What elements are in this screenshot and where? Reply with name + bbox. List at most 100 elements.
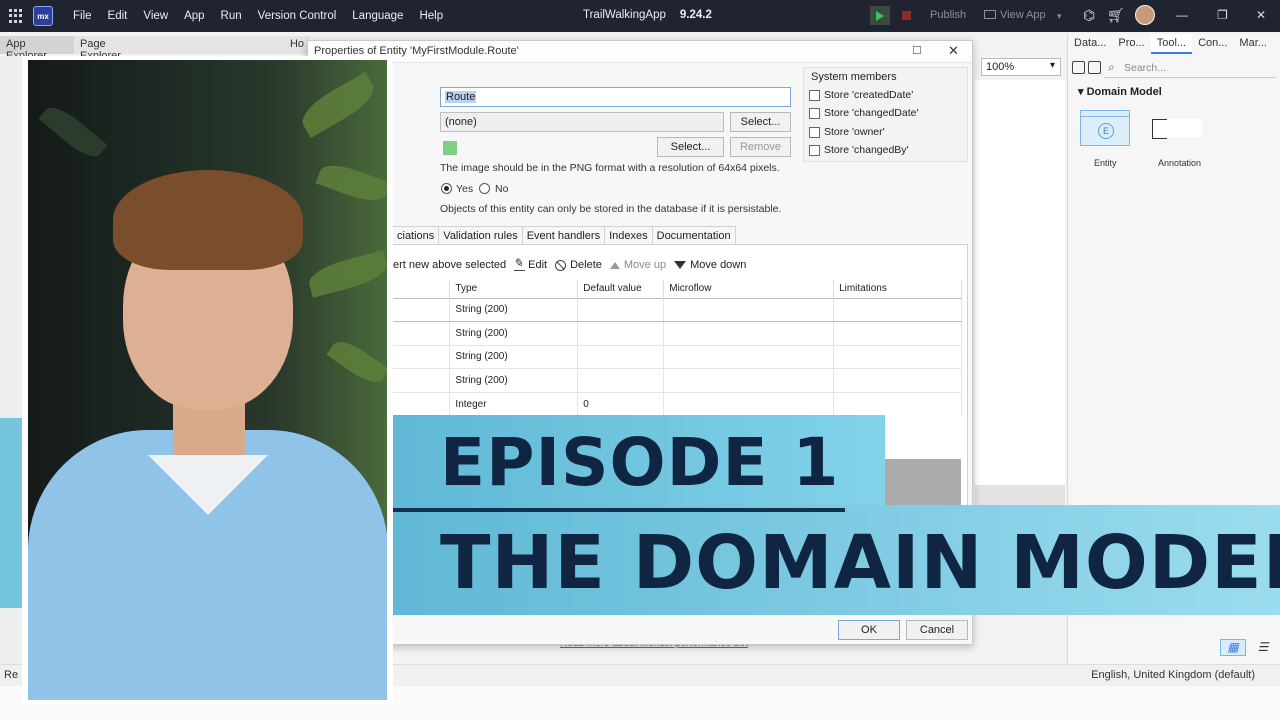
col-default-value[interactable]: Default value bbox=[577, 280, 665, 298]
tab-toolbox[interactable]: Tool... bbox=[1150, 34, 1193, 54]
move-down-button[interactable]: Move down bbox=[674, 259, 746, 271]
publish-button[interactable]: Publish bbox=[930, 9, 966, 21]
play-icon bbox=[876, 10, 884, 21]
delete-button[interactable]: Delete bbox=[555, 259, 602, 271]
community-icon[interactable]: ⌬ bbox=[1083, 7, 1095, 24]
tab-marketplace[interactable]: Mar... bbox=[1233, 34, 1273, 54]
annotation-tool[interactable] bbox=[1152, 119, 1202, 139]
menu-edit[interactable]: Edit bbox=[100, 10, 136, 22]
table-row[interactable]: String (200) bbox=[393, 297, 962, 322]
app-grid-icon[interactable] bbox=[9, 9, 23, 23]
table-row[interactable]: String (200) bbox=[393, 344, 962, 369]
move-up-button[interactable]: Move up bbox=[609, 259, 667, 271]
delete-label: Delete bbox=[570, 259, 602, 271]
image-select-button[interactable]: Select... bbox=[657, 137, 724, 157]
menu-help[interactable]: Help bbox=[411, 10, 451, 22]
app-title: TrailWalkingApp 9.24.2 bbox=[583, 9, 712, 21]
dialog-tabs: ciations Validation rules Event handlers… bbox=[392, 226, 736, 245]
maximize-icon[interactable]: ☐ bbox=[912, 44, 922, 57]
tab-event-handlers[interactable]: Event handlers bbox=[521, 226, 606, 245]
annotation-tool-label: Annotation bbox=[1158, 158, 1202, 168]
expand-icon[interactable] bbox=[1088, 61, 1101, 74]
view-app-button[interactable]: View App bbox=[1000, 9, 1046, 21]
cell-type: String (200) bbox=[449, 344, 579, 369]
generalization-select-button[interactable]: Select... bbox=[730, 112, 791, 132]
table-row[interactable]: String (200) bbox=[393, 321, 962, 345]
persistable-no-label: No bbox=[495, 183, 509, 195]
tab-documentation[interactable]: Documentation bbox=[651, 226, 736, 245]
menu-run[interactable]: Run bbox=[213, 10, 250, 22]
entity-name-input[interactable]: Route bbox=[440, 87, 791, 107]
menu-version-control[interactable]: Version Control bbox=[250, 10, 345, 22]
title-bar: mx File Edit View App Run Version Contro… bbox=[0, 0, 1280, 32]
presenter-photo bbox=[28, 60, 387, 700]
list-view-icon[interactable] bbox=[1250, 639, 1276, 656]
cell-name bbox=[393, 297, 451, 322]
tab-app-explorer[interactable]: App Explorer bbox=[0, 36, 74, 62]
insert-above-button[interactable]: ert new above selected bbox=[393, 259, 506, 271]
persistable-no-radio[interactable] bbox=[479, 183, 490, 194]
cell-limitations bbox=[833, 297, 962, 322]
insert-above-label: ert new above selected bbox=[393, 259, 507, 271]
status-left-text: Re bbox=[4, 669, 19, 681]
cell-microflow bbox=[663, 391, 835, 416]
view-app-dropdown-icon[interactable]: ▾ bbox=[1057, 11, 1062, 22]
close-window-icon[interactable]: ✕ bbox=[1256, 8, 1266, 22]
cell-name bbox=[393, 344, 451, 369]
grid-view-icon[interactable] bbox=[1220, 639, 1246, 656]
entity-tool[interactable]: E bbox=[1080, 110, 1130, 146]
tab-data[interactable]: Data... bbox=[1068, 34, 1112, 54]
avatar[interactable] bbox=[1135, 5, 1155, 25]
col-limitations[interactable]: Limitations bbox=[833, 280, 962, 298]
store-changed-date-checkbox[interactable]: Store 'changedDate' bbox=[809, 107, 919, 119]
persistable-yes-label: Yes bbox=[456, 183, 474, 195]
col-microflow[interactable]: Microflow bbox=[663, 280, 835, 298]
move-up-label: Move up bbox=[623, 259, 667, 271]
col-name[interactable] bbox=[393, 280, 451, 298]
run-button[interactable] bbox=[870, 6, 890, 25]
cancel-button[interactable]: Cancel bbox=[906, 620, 968, 640]
pencil-icon bbox=[513, 256, 526, 271]
store-changed-by-checkbox[interactable]: Store 'changedBy' bbox=[809, 144, 909, 156]
generalization-field[interactable]: (none) bbox=[440, 112, 724, 132]
tab-indexes[interactable]: Indexes bbox=[604, 226, 653, 245]
tab-validation-rules[interactable]: Validation rules bbox=[438, 226, 523, 245]
arrow-up-icon bbox=[609, 261, 620, 269]
zoom-select[interactable]: 100% bbox=[981, 58, 1061, 76]
minimize-icon[interactable]: — bbox=[1176, 8, 1188, 22]
tab-properties[interactable]: Pro... bbox=[1112, 34, 1150, 54]
dialog-close-icon[interactable]: ✕ bbox=[948, 43, 959, 59]
ok-button[interactable]: OK bbox=[838, 620, 900, 640]
cart-icon[interactable]: 🛒︎ bbox=[1107, 7, 1125, 24]
menu-language[interactable]: Language bbox=[344, 10, 411, 22]
tab-connector[interactable]: Con... bbox=[1192, 34, 1233, 54]
edit-button[interactable]: Edit bbox=[513, 256, 547, 272]
store-created-date-label: Store 'createdDate' bbox=[824, 89, 914, 101]
episode-title: THE DOMAIN MODEL bbox=[440, 520, 1280, 606]
table-row[interactable]: Integer 0 bbox=[393, 391, 962, 416]
menu-view[interactable]: View bbox=[135, 10, 176, 22]
restore-icon[interactable]: ❐ bbox=[1217, 8, 1228, 22]
entity-image-swatch[interactable] bbox=[443, 141, 457, 155]
domain-model-section[interactable]: Domain Model bbox=[1078, 85, 1162, 98]
image-remove-button[interactable]: Remove bbox=[730, 137, 791, 157]
menu-file[interactable]: File bbox=[65, 10, 100, 22]
plant-leaf bbox=[38, 100, 108, 164]
cell-type: String (200) bbox=[449, 297, 579, 322]
language-indicator[interactable]: English, United Kingdom (default) bbox=[1091, 669, 1255, 681]
col-type[interactable]: Type bbox=[449, 280, 579, 298]
store-owner-checkbox[interactable]: Store 'owner' bbox=[809, 126, 885, 138]
domain-model-canvas[interactable] bbox=[975, 80, 1065, 485]
toolbox-search-input[interactable]: Search... bbox=[1104, 60, 1276, 78]
menu-app[interactable]: App bbox=[176, 10, 212, 22]
persistable-yes-radio[interactable] bbox=[441, 183, 452, 194]
plant-leaf bbox=[305, 250, 387, 298]
tab-associations[interactable]: ciations bbox=[392, 226, 440, 245]
store-created-date-checkbox[interactable]: Store 'createdDate' bbox=[809, 89, 913, 101]
cell-limitations bbox=[833, 344, 962, 369]
stop-button[interactable] bbox=[896, 6, 916, 25]
collapse-icon[interactable] bbox=[1072, 61, 1085, 74]
tab-page-explorer[interactable]: Page Explorer bbox=[74, 36, 154, 62]
table-row[interactable]: String (200) bbox=[393, 368, 962, 392]
cell-name bbox=[393, 368, 451, 392]
